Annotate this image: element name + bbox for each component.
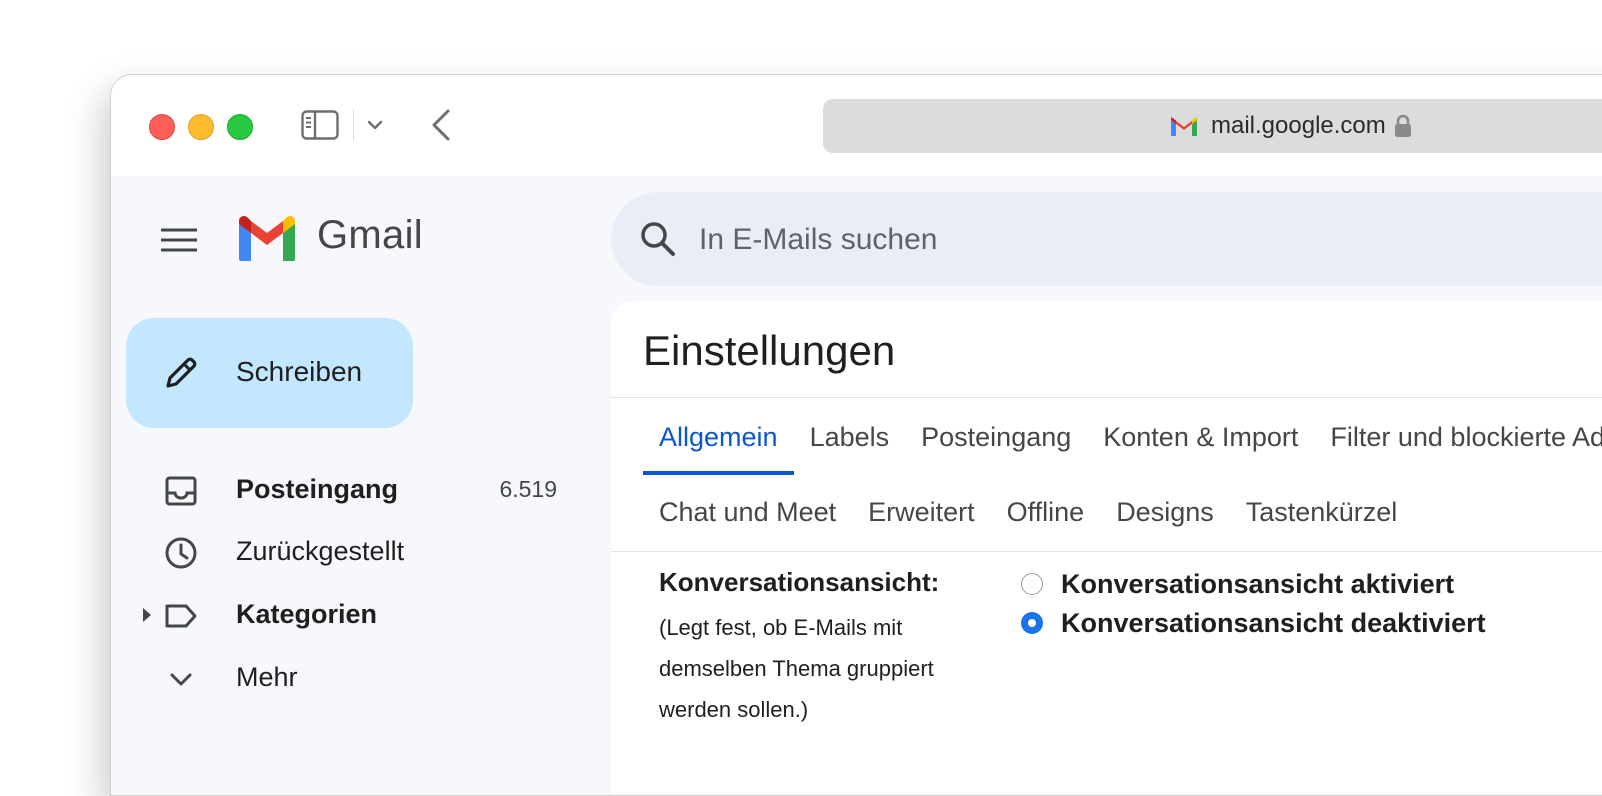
tab-inbox[interactable]: Posteingang [905,399,1087,475]
address-url: mail.google.com [1211,112,1386,139]
sidebar-item-snoozed[interactable]: Zurückgestellt [111,522,591,582]
conversation-view-on-option[interactable]: Konversationsansicht aktiviert [1021,564,1454,604]
tab-shortcuts[interactable]: Tastenkürzel [1230,473,1414,551]
radio-label: Konversationsansicht deaktiviert [1061,607,1486,638]
tab-offline[interactable]: Offline [991,473,1101,551]
settings-tabs-row-2: Chat und Meet Erweitert Offline Designs … [643,473,1413,551]
search-icon[interactable] [639,220,677,258]
page-title: Einstellungen [643,327,896,374]
tabs-divider [611,551,1602,552]
chevron-down-icon[interactable] [366,117,384,133]
compose-label: Schreiben [236,356,363,387]
inbox-icon [165,476,197,506]
toolbar-divider [353,109,354,141]
window-close-button[interactable] [149,114,175,140]
tab-filters-blocked[interactable]: Filter und blockierte Adressen [1314,399,1602,475]
tab-chat-meet[interactable]: Chat und Meet [643,473,852,551]
tab-accounts-import[interactable]: Konten & Import [1087,399,1314,475]
sidebar-item-inbox[interactable]: Posteingang 6.519 [111,460,591,520]
lock-icon [1394,114,1411,137]
unread-count: 6.519 [499,476,557,502]
address-bar[interactable]: mail.google.com [823,99,1602,153]
tab-labels[interactable]: Labels [794,399,906,475]
pencil-icon [166,357,197,388]
sidebar-toggle-icon[interactable] [301,110,339,140]
radio-label: Konversationsansicht aktiviert [1061,568,1455,599]
gmail-favicon-icon [1171,117,1197,136]
settings-panel: Einstellungen Allgemein Labels Posteinga… [611,301,1602,795]
browser-titlebar: mail.google.com [111,75,1602,176]
window-minimize-button[interactable] [188,114,214,140]
main-menu-icon[interactable] [159,223,199,257]
clock-icon [165,537,197,569]
sidebar-item-label: Posteingang [236,474,399,504]
tab-themes[interactable]: Designs [1100,473,1230,551]
label-icon [165,604,197,628]
tab-general[interactable]: Allgemein [643,399,794,475]
chevron-down-icon [170,673,192,686]
radio-conversation-on[interactable] [1021,573,1043,595]
conversation-view-off-option[interactable]: Konversationsansicht deaktiviert [1021,603,1486,643]
conversation-view-label: Konversationsansicht: [659,567,940,597]
radio-conversation-off[interactable] [1021,612,1043,634]
browser-window: mail.google.com Gmail In E-Mails suchen … [110,74,1602,796]
sidebar-item-label: Kategorien [236,599,378,629]
sidebar-item-label: Zurückgestellt [236,536,405,566]
tab-advanced[interactable]: Erweitert [852,473,991,551]
compose-button[interactable]: Schreiben [126,318,413,428]
sidebar-item-label: Mehr [236,662,298,692]
settings-tabs-row-1: Allgemein Labels Posteingang Konten & Im… [643,399,1602,475]
expand-arrow-icon[interactable] [141,606,153,624]
sidebar-item-categories[interactable]: Kategorien [111,585,591,645]
search-input[interactable] [697,212,1501,268]
title-divider [611,397,1602,398]
window-maximize-button[interactable] [227,114,253,140]
gmail-wordmark: Gmail [317,213,423,257]
conversation-view-description: (Legt fest, ob E-Mails mit demselben The… [659,615,934,722]
search-bar[interactable] [611,192,1602,286]
sidebar-item-more[interactable]: Mehr [111,648,591,708]
back-arrow-icon[interactable] [429,108,453,142]
gmail-logo-icon[interactable] [237,215,297,263]
